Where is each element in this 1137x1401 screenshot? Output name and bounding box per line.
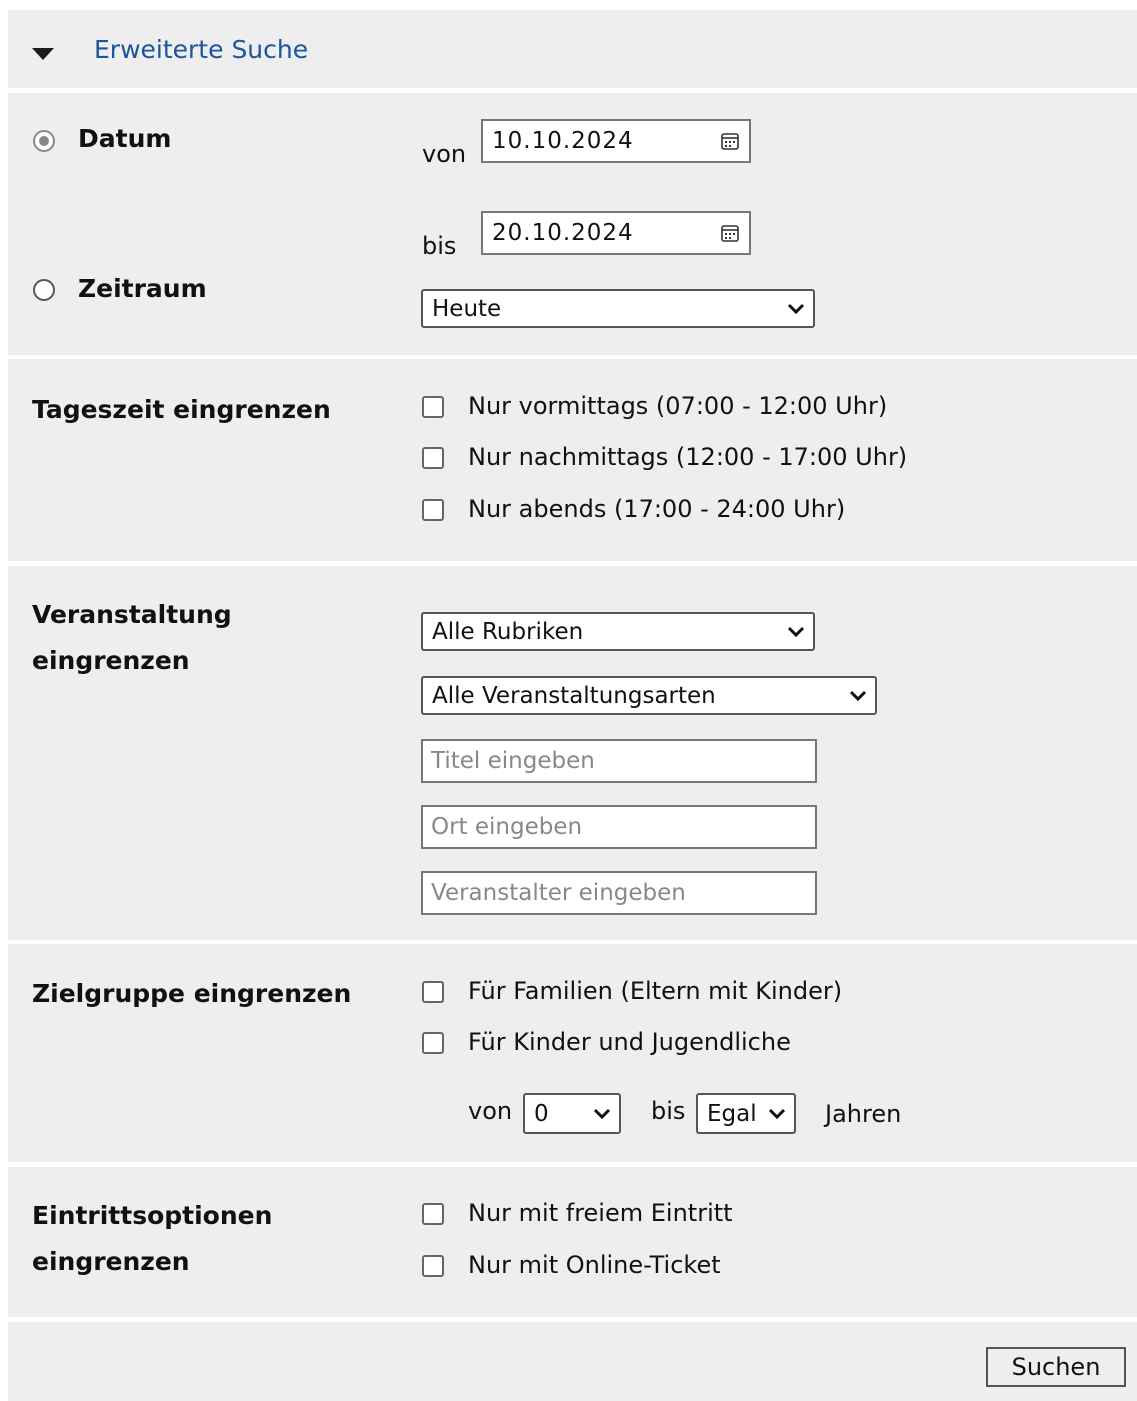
zielgruppe-label: Zielgruppe eingrenzen (32, 979, 352, 1008)
age-from-selected: 0 (534, 1101, 549, 1127)
calendar-icon[interactable] (720, 223, 740, 243)
option-freier-eintritt[interactable]: Nur mit freiem Eintritt (468, 1199, 733, 1227)
veranstalter-input[interactable]: Veranstalter eingeben (421, 871, 817, 915)
age-to-selected: Egal (707, 1101, 757, 1127)
veranstaltung-label-2: eingrenzen (32, 646, 190, 675)
advanced-search-header[interactable]: Erweiterte Suche (8, 10, 1137, 88)
datum-label: Datum (78, 124, 172, 153)
age-from-select[interactable]: 0 (523, 1093, 621, 1134)
bis-label: bis (422, 232, 457, 260)
veranstaltungsart-select[interactable]: Alle Veranstaltungsarten (421, 676, 877, 715)
chevron-down-icon (787, 626, 805, 637)
caret-down-icon[interactable] (32, 48, 54, 62)
checkbox-familien[interactable] (422, 981, 444, 1003)
age-bis-label: bis (651, 1097, 686, 1125)
veranstaltung-label-1: Veranstaltung (32, 600, 232, 629)
date-section: Datum von 10.10.2024 bis 20.10.2024 Zeit… (8, 93, 1137, 355)
option-nachmittags[interactable]: Nur nachmittags (12:00 - 17:00 Uhr) (468, 443, 907, 471)
eintritt-label-2: eingrenzen (32, 1247, 190, 1276)
zeitraum-radio[interactable] (33, 279, 55, 301)
jahren-label: Jahren (825, 1100, 902, 1128)
chevron-down-icon (849, 690, 867, 701)
target-group-section: Zielgruppe eingrenzen Für Familien (Elte… (8, 944, 1137, 1162)
titel-placeholder: Titel eingeben (431, 748, 595, 774)
checkbox-kinder[interactable] (422, 1032, 444, 1054)
time-of-day-section: Tageszeit eingrenzen Nur vormittags (07:… (8, 359, 1137, 561)
von-label: von (422, 140, 467, 168)
admission-section: Eintrittsoptionen eingrenzen Nur mit fre… (8, 1167, 1137, 1317)
option-familien[interactable]: Für Familien (Eltern mit Kinder) (468, 977, 842, 1005)
veranstaltungsart-selected: Alle Veranstaltungsarten (432, 683, 716, 709)
option-online-ticket[interactable]: Nur mit Online-Ticket (468, 1251, 721, 1279)
titel-input[interactable]: Titel eingeben (421, 739, 817, 783)
advanced-search-title[interactable]: Erweiterte Suche (94, 35, 308, 64)
date-from-input[interactable]: 10.10.2024 (481, 119, 751, 163)
zeitraum-select[interactable]: Heute (421, 289, 815, 328)
ort-input[interactable]: Ort eingeben (421, 805, 817, 849)
search-button[interactable]: Suchen (986, 1347, 1126, 1387)
ort-placeholder: Ort eingeben (431, 814, 583, 840)
checkbox-nachmittags[interactable] (422, 447, 444, 469)
datum-radio[interactable] (33, 130, 55, 152)
date-to-input[interactable]: 20.10.2024 (481, 211, 751, 255)
chevron-down-icon (768, 1108, 786, 1119)
checkbox-freier-eintritt[interactable] (422, 1203, 444, 1225)
option-vormittags[interactable]: Nur vormittags (07:00 - 12:00 Uhr) (468, 392, 887, 420)
zeitraum-label: Zeitraum (78, 274, 207, 303)
date-to-value: 20.10.2024 (492, 220, 634, 246)
checkbox-abends[interactable] (422, 499, 444, 521)
submit-section: Suchen (8, 1322, 1137, 1401)
event-section: Veranstaltung eingrenzen Alle Rubriken A… (8, 566, 1137, 940)
checkbox-online-ticket[interactable] (422, 1255, 444, 1277)
age-to-select[interactable]: Egal (696, 1093, 796, 1134)
calendar-icon[interactable] (720, 131, 740, 151)
option-abends[interactable]: Nur abends (17:00 - 24:00 Uhr) (468, 495, 845, 523)
date-from-value: 10.10.2024 (492, 128, 634, 154)
chevron-down-icon (593, 1108, 611, 1119)
eintritt-label-1: Eintrittsoptionen (32, 1201, 273, 1230)
age-von-label: von (468, 1097, 513, 1125)
tageszeit-label: Tageszeit eingrenzen (32, 395, 331, 424)
chevron-down-icon (787, 303, 805, 314)
checkbox-vormittags[interactable] (422, 396, 444, 418)
rubrik-select[interactable]: Alle Rubriken (421, 612, 815, 651)
veranstalter-placeholder: Veranstalter eingeben (431, 880, 686, 906)
rubrik-selected: Alle Rubriken (432, 619, 584, 645)
zeitraum-selected: Heute (432, 296, 502, 322)
option-kinder[interactable]: Für Kinder und Jugendliche (468, 1028, 791, 1056)
